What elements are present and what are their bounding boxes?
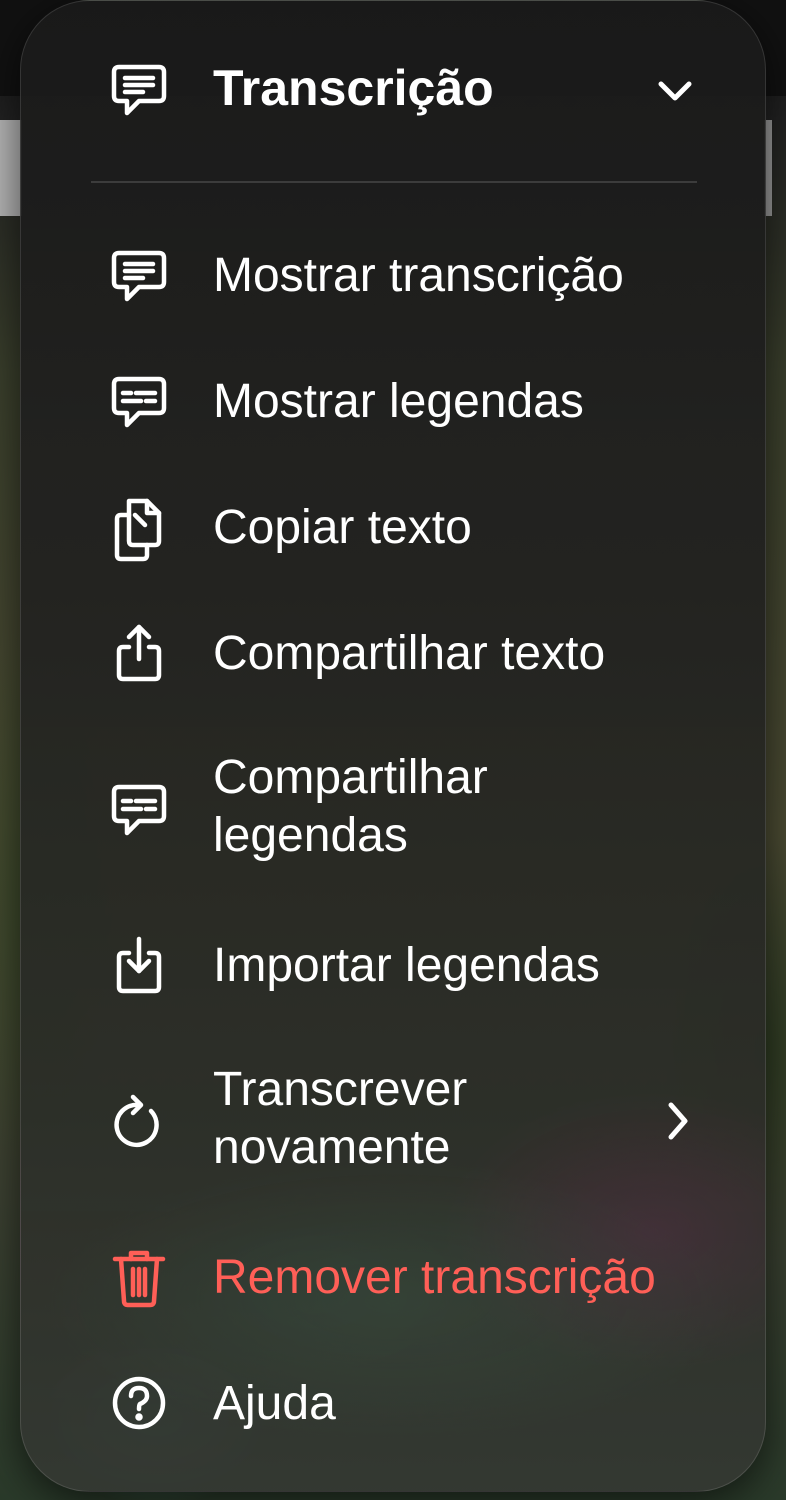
captions-bubble-icon <box>107 371 171 435</box>
menu-item-label: Compartilhar legendas <box>213 751 488 862</box>
speech-bubble-text-icon <box>107 245 171 309</box>
copy-document-icon <box>107 495 171 562</box>
menu-item-label: Transcrever novamente <box>213 1063 468 1174</box>
menu-item-show-transcription[interactable]: Mostrar transcrição <box>21 239 765 315</box>
question-circle-icon <box>107 1371 171 1435</box>
menu-item-share-text[interactable]: Compartilhar texto <box>21 617 765 693</box>
menu-item-retranscribe[interactable]: Transcrever novamente <box>21 1055 765 1185</box>
menu-item-show-captions[interactable]: Mostrar legendas <box>21 365 765 441</box>
menu-item-label: Remover transcrição <box>213 1251 656 1304</box>
menu-header[interactable]: Transcrição <box>21 1 765 181</box>
menu-item-label: Mostrar transcrição <box>213 249 624 302</box>
menu-item-copy-text[interactable]: Copiar texto <box>21 491 765 567</box>
menu-item-share-captions[interactable]: Compartilhar legendas <box>21 743 765 873</box>
menu-item-import-captions[interactable]: Importar legendas <box>21 929 765 1005</box>
share-icon <box>107 621 171 685</box>
chevron-right-icon <box>661 1099 697 1143</box>
menu-item-label: Copiar texto <box>213 501 472 554</box>
menu-item-label: Mostrar legendas <box>213 375 584 428</box>
menu-item-label: Compartilhar texto <box>213 627 606 680</box>
menu-item-label: Importar legendas <box>213 939 600 992</box>
menu-item-help[interactable]: Ajuda <box>21 1367 765 1443</box>
speech-bubble-text-icon <box>109 61 169 121</box>
trash-icon <box>107 1245 171 1309</box>
menu-item-remove-transcription[interactable]: Remover transcrição <box>21 1241 765 1317</box>
refresh-icon <box>107 1091 171 1155</box>
menu-title: Transcrição <box>213 60 494 116</box>
transcription-menu: Transcrição Mostrar transcrição Mostrar … <box>20 0 766 1492</box>
captions-bubble-icon <box>107 779 171 843</box>
chevron-down-icon[interactable] <box>655 75 695 107</box>
menu-divider <box>91 181 697 183</box>
background-chip-left <box>0 120 22 216</box>
menu-item-label: Ajuda <box>213 1377 336 1430</box>
import-tray-icon <box>107 933 171 997</box>
